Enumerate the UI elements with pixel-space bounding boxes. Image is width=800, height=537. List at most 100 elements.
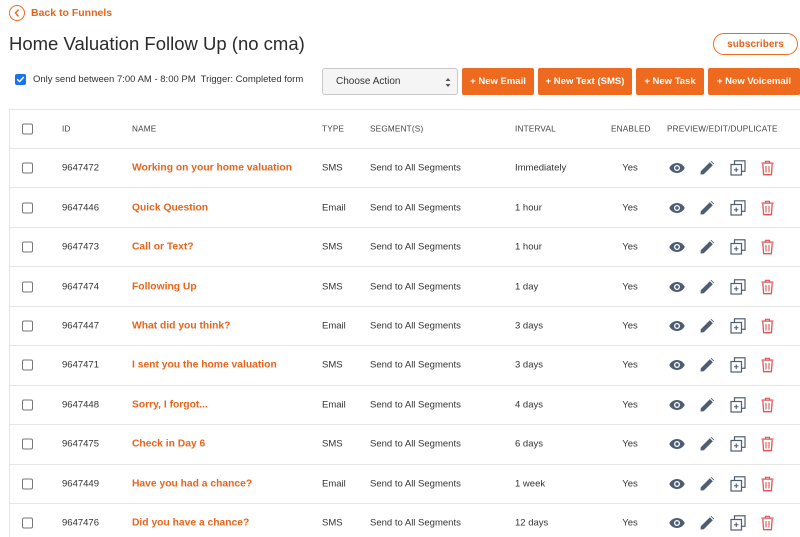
duplicate-icon[interactable] xyxy=(730,397,746,413)
duplicate-icon[interactable] xyxy=(730,476,746,492)
eye-icon[interactable] xyxy=(669,478,685,489)
new-email-button[interactable]: + New Email xyxy=(462,68,534,95)
eye-icon[interactable] xyxy=(669,399,685,410)
send-window-checkbox[interactable] xyxy=(15,74,26,85)
pencil-icon[interactable] xyxy=(700,240,714,254)
trash-icon[interactable] xyxy=(761,437,774,452)
row-interval: Immediately xyxy=(515,162,567,174)
table-row: 9647471 I sent you the home valuation SM… xyxy=(10,346,800,386)
new-text-sms-button[interactable]: + New Text (SMS) xyxy=(538,68,632,95)
row-id: 9647446 xyxy=(62,202,99,214)
header-segments: SEGMENT(S) xyxy=(370,124,424,134)
row-name-link[interactable]: Call or Text? xyxy=(132,242,194,253)
row-segments: Send to All Segments xyxy=(370,162,461,174)
row-name-link[interactable]: Have you had a chance? xyxy=(132,478,252,489)
trash-icon[interactable] xyxy=(761,200,774,216)
row-name-link[interactable]: Quick Question xyxy=(132,202,208,213)
pencil-icon[interactable] xyxy=(700,437,714,451)
row-type: SMS xyxy=(322,517,343,529)
row-enabled: Yes xyxy=(622,320,638,332)
row-checkbox[interactable] xyxy=(22,320,33,332)
pencil-icon[interactable] xyxy=(700,397,714,412)
row-name-link[interactable]: Sorry, I forgot... xyxy=(132,399,208,410)
chevron-left-icon xyxy=(9,5,25,21)
trigger-label: Trigger: Completed form xyxy=(200,74,304,85)
pencil-icon[interactable] xyxy=(700,279,714,294)
duplicate-icon[interactable] xyxy=(730,515,746,531)
header-enabled[interactable]: ENABLED xyxy=(611,125,651,134)
row-id: 9647475 xyxy=(62,438,99,450)
duplicate-icon[interactable] xyxy=(730,357,746,374)
trash-icon[interactable] xyxy=(761,476,774,492)
row-checkbox[interactable] xyxy=(22,399,33,411)
table-row: 9647474 Following Up SMS Send to All Seg… xyxy=(10,267,800,307)
trash-icon[interactable] xyxy=(761,358,774,373)
row-segments: Send to All Segments xyxy=(370,202,461,214)
pencil-icon[interactable] xyxy=(700,200,714,215)
select-all-checkbox[interactable] xyxy=(22,123,33,135)
duplicate-icon[interactable] xyxy=(730,278,746,295)
duplicate-icon[interactable] xyxy=(730,436,746,452)
header-name[interactable]: NAME xyxy=(132,125,156,134)
header-type[interactable]: TYPE xyxy=(322,125,344,134)
row-id: 9647476 xyxy=(62,517,99,529)
new-task-button[interactable]: + New Task xyxy=(636,68,704,95)
row-checkbox[interactable] xyxy=(22,517,33,529)
table-row: 9647449 Have you had a chance? Email Sen… xyxy=(10,465,800,505)
table-row: 9647475 Check in Day 6 SMS Send to All S… xyxy=(10,425,800,465)
row-checkbox[interactable] xyxy=(22,241,33,253)
eye-icon[interactable] xyxy=(669,439,685,450)
row-name-link[interactable]: Working on your home valuation xyxy=(132,163,292,174)
row-id: 9647473 xyxy=(62,241,99,253)
row-name-link[interactable]: Did you have a chance? xyxy=(132,518,249,529)
eye-icon[interactable] xyxy=(669,242,685,253)
row-type: SMS xyxy=(322,241,343,253)
trash-icon[interactable] xyxy=(761,515,774,531)
choose-action-select[interactable]: Choose Action xyxy=(322,68,458,95)
select-arrows-icon xyxy=(445,78,451,87)
trash-icon[interactable] xyxy=(761,318,774,334)
row-name-link[interactable]: I sent you the home valuation xyxy=(132,360,277,371)
eye-icon[interactable] xyxy=(669,321,685,332)
row-enabled: Yes xyxy=(622,478,638,490)
table-row: 9647447 What did you think? Email Send t… xyxy=(10,307,800,347)
row-interval: 3 days xyxy=(515,320,543,332)
row-type: SMS xyxy=(322,281,343,293)
row-segments: Send to All Segments xyxy=(370,399,461,411)
pencil-icon[interactable] xyxy=(700,319,714,333)
duplicate-icon[interactable] xyxy=(730,239,746,255)
pencil-icon[interactable] xyxy=(700,476,714,491)
row-type: Email xyxy=(322,320,346,332)
row-checkbox[interactable] xyxy=(22,438,33,450)
duplicate-icon[interactable] xyxy=(730,160,746,176)
duplicate-icon[interactable] xyxy=(730,318,746,334)
row-checkbox[interactable] xyxy=(22,202,33,214)
trash-icon[interactable] xyxy=(761,160,774,176)
back-to-funnels-label: Back to Funnels xyxy=(31,7,113,19)
pencil-icon[interactable] xyxy=(700,516,714,530)
row-checkbox[interactable] xyxy=(22,359,33,371)
eye-icon[interactable] xyxy=(669,281,685,292)
trash-icon[interactable] xyxy=(761,397,774,413)
row-checkbox[interactable] xyxy=(22,478,33,490)
new-voicemail-button[interactable]: + New Voicemail xyxy=(708,68,800,95)
eye-icon[interactable] xyxy=(669,202,685,213)
header-interval[interactable]: INTERVAL xyxy=(515,125,556,134)
back-to-funnels-link[interactable]: Back to Funnels xyxy=(9,5,112,21)
row-segments: Send to All Segments xyxy=(370,241,461,253)
subscribers-button[interactable]: subscribers xyxy=(713,33,798,55)
row-name-link[interactable]: Check in Day 6 xyxy=(132,439,205,450)
eye-icon[interactable] xyxy=(669,518,685,529)
pencil-icon[interactable] xyxy=(700,161,714,175)
pencil-icon[interactable] xyxy=(700,358,714,372)
row-name-link[interactable]: What did you think? xyxy=(132,321,230,332)
table-row: 9647446 Quick Question Email Send to All… xyxy=(10,188,800,228)
trash-icon[interactable] xyxy=(761,279,774,294)
row-checkbox[interactable] xyxy=(22,162,33,174)
eye-icon[interactable] xyxy=(669,163,685,174)
eye-icon[interactable] xyxy=(669,360,685,371)
row-name-link[interactable]: Following Up xyxy=(132,281,197,292)
row-checkbox[interactable] xyxy=(22,281,33,293)
trash-icon[interactable] xyxy=(761,239,774,255)
duplicate-icon[interactable] xyxy=(730,199,746,216)
